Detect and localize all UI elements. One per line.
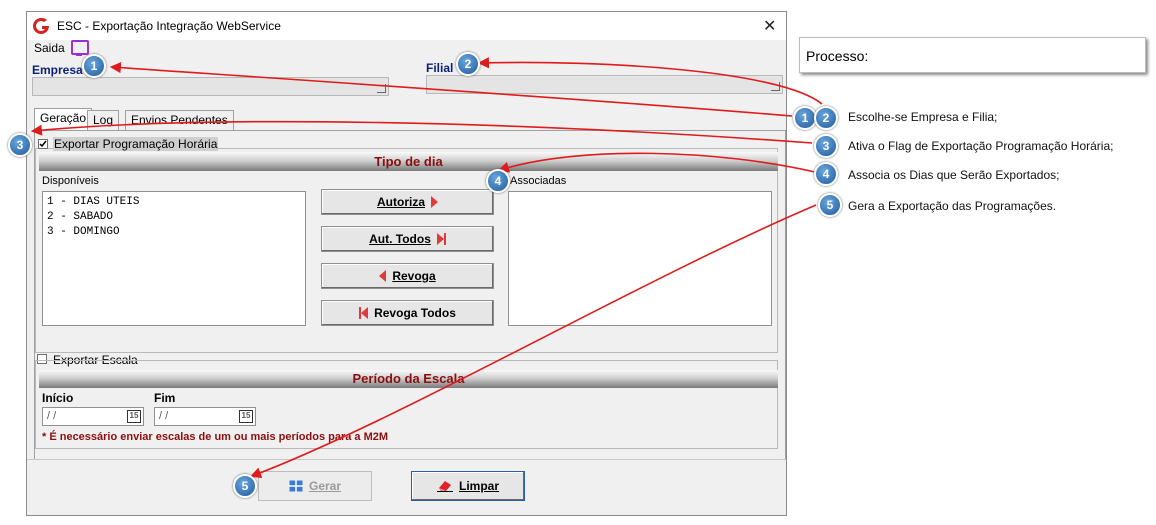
step-badge-2: 2 bbox=[456, 52, 480, 76]
arrow-5 bbox=[249, 204, 817, 479]
arrow-4 bbox=[497, 152, 816, 173]
step-note-3: Associa os Dias que Serão Exportados; bbox=[848, 168, 1060, 182]
arrow-1 bbox=[109, 62, 793, 117]
arrow-3 bbox=[30, 120, 813, 144]
step-badge-4: 4 bbox=[814, 162, 838, 186]
annotation-arrows bbox=[30, 57, 823, 479]
step-badge-3: 3 bbox=[814, 134, 838, 158]
step-badge-4: 4 bbox=[486, 169, 510, 193]
step-badge-2: 2 bbox=[814, 106, 838, 130]
step-badge-5: 5 bbox=[233, 474, 257, 498]
step-note-1: Escolhe-se Empresa e Filia; bbox=[848, 110, 998, 124]
arrow-2 bbox=[477, 57, 823, 105]
step-badge-3: 3 bbox=[8, 133, 32, 157]
step-badge-5: 5 bbox=[818, 193, 842, 217]
step-note-4: Gera a Exportação das Programações. bbox=[848, 199, 1057, 213]
step-badge-1: 1 bbox=[82, 54, 106, 78]
step-note-2: Ativa o Flag de Exportação Programação H… bbox=[848, 139, 1114, 153]
